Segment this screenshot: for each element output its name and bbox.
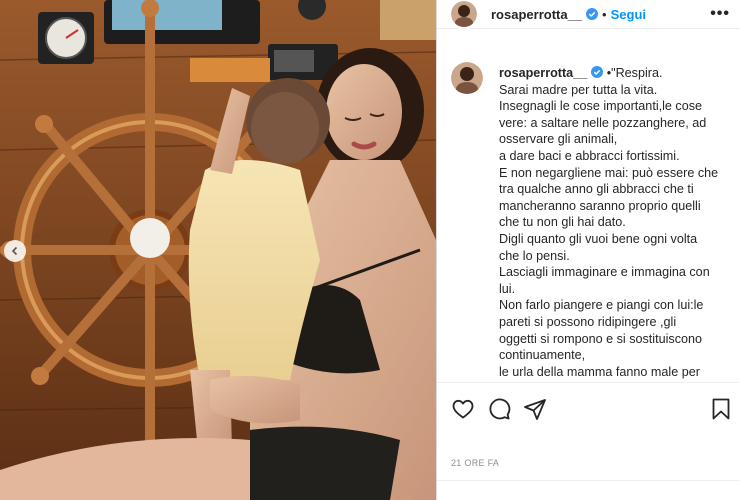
caption-area[interactable]: rosaperrotta__ •"Respira. Sarai madre pe… (437, 52, 740, 382)
caption-line: mancheranno saranno proprio quelli (499, 198, 701, 213)
heart-icon (452, 399, 474, 419)
post-photo[interactable] (0, 0, 436, 500)
post-side-panel: rosaperrotta__ • Segui ••• rosaperrotta_… (436, 0, 740, 500)
caption-line: Sarai madre per tutta la vita. (499, 82, 658, 97)
divider (437, 480, 740, 481)
like-button[interactable] (451, 397, 475, 421)
caption-line: le urla della mamma fanno male per (499, 364, 700, 379)
caption-text: rosaperrotta__ •"Respira. Sarai madre pe… (499, 65, 735, 380)
caption-line: tra qualche anno gli abbracci che ti (499, 182, 694, 197)
action-bar (437, 382, 740, 435)
caption-line: osservare gli animali, (499, 132, 618, 147)
photo-illustration (0, 0, 436, 500)
previous-photo-button[interactable] (4, 240, 26, 262)
avatar[interactable] (451, 1, 477, 27)
verified-badge-icon (591, 66, 604, 78)
follow-button[interactable]: Segui (611, 7, 646, 22)
caption-line: vere: a saltare nelle pozzanghere, ad (499, 115, 707, 130)
caption-line: che tu non gli hai dato. (499, 215, 626, 230)
instagram-post: rosaperrotta__ • Segui ••• rosaperrotta_… (0, 0, 740, 500)
post-header: rosaperrotta__ • Segui ••• (437, 0, 740, 29)
caption-line: E non negargliene mai: può essere che (499, 165, 719, 180)
caption-line: che lo pensi. (499, 248, 570, 263)
caption-line: pareti si possono ridipingere ,gli (499, 314, 677, 329)
caption-first-line: rosaperrotta__ •"Respira. (499, 65, 735, 82)
share-icon (524, 399, 546, 420)
save-button[interactable] (709, 397, 733, 421)
comment-icon (489, 398, 511, 420)
share-button[interactable] (523, 397, 547, 421)
caption-line: Lasciagli immaginare e immagina con (499, 265, 710, 280)
header-username[interactable]: rosaperrotta__ (491, 7, 582, 22)
caption-line: lui. (499, 281, 516, 296)
chevron-left-icon (11, 246, 18, 256)
caption-line: a dare baci e abbracci fortissimi. (499, 148, 680, 163)
caption-line: continuamente, (499, 348, 586, 363)
caption-username[interactable]: rosaperrotta__ (499, 66, 587, 80)
bookmark-icon (712, 398, 730, 420)
avatar[interactable] (451, 62, 483, 94)
verified-badge-icon (586, 8, 599, 20)
caption-line: Digli quanto gli vuoi bene ogni volta (499, 231, 698, 246)
caption-line: •"Respira. (606, 66, 663, 80)
caption-line: oggetti si rompono e si sostituiscono (499, 331, 703, 346)
post-timestamp[interactable]: 21 ORE FA (451, 458, 499, 468)
more-options-button[interactable]: ••• (710, 5, 730, 23)
caption-line: Insegnagli le cose importanti,le cose (499, 99, 703, 114)
header-separator: • (602, 6, 607, 22)
comment-button[interactable] (487, 397, 511, 421)
caption-line: Non farlo piangere e piangi con lui:le (499, 298, 704, 313)
